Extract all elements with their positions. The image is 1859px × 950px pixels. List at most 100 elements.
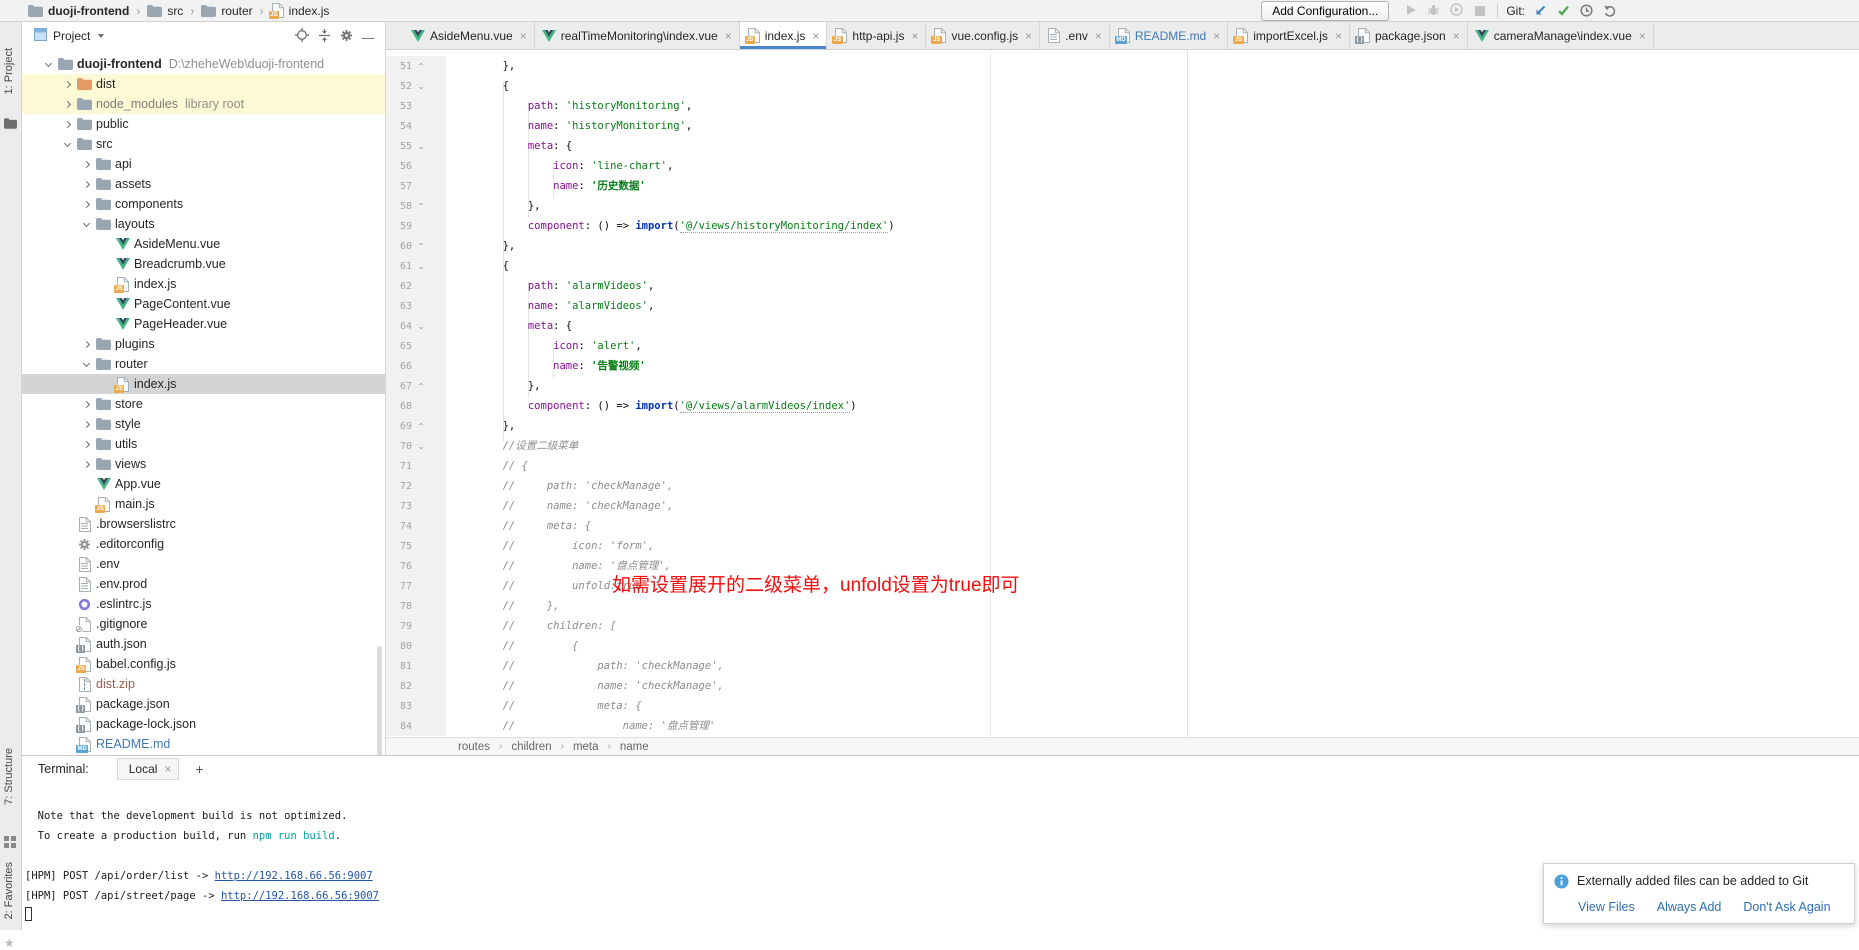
tree-chevron-icon[interactable]: [59, 122, 76, 127]
code-line[interactable]: 82 // name: 'checkManage',: [386, 676, 1859, 696]
fold-marker-icon[interactable]: ⌄: [412, 442, 430, 451]
code-line[interactable]: 69⌃ },: [386, 416, 1859, 436]
debug-button[interactable]: [1422, 0, 1445, 20]
close-tab-icon[interactable]: ×: [520, 29, 527, 43]
code-line[interactable]: 83 // meta: {: [386, 696, 1859, 716]
tab-importexcel-js[interactable]: JSimportExcel.js×: [1228, 22, 1350, 49]
hide-button[interactable]: —: [357, 28, 379, 48]
tree-chevron-icon[interactable]: [59, 102, 76, 107]
tab-package-json[interactable]: { }package.json×: [1350, 22, 1468, 49]
add-configuration-button[interactable]: Add Configuration...: [1261, 1, 1389, 21]
tree-item-dist[interactable]: dist: [22, 74, 385, 94]
tree-item-editorconfig[interactable]: .editorconfig: [22, 534, 385, 554]
close-tab-icon[interactable]: ×: [1335, 29, 1342, 43]
code-line[interactable]: 84 // name: '盘点管理': [386, 716, 1859, 736]
fold-marker-icon[interactable]: ⌃: [412, 382, 430, 391]
code-line[interactable]: 77 // unfold:true: [386, 576, 1859, 596]
tab-asidemenu-vue[interactable]: AsideMenu.vue×: [404, 22, 535, 49]
tree-chevron-icon[interactable]: [78, 342, 95, 347]
stripe-structure-button[interactable]: 7: Structure: [3, 748, 15, 805]
tree-item-eslintrc-js[interactable]: .eslintrc.js: [22, 594, 385, 614]
code-line[interactable]: 61⌄ {: [386, 256, 1859, 276]
tree-item-dist-zip[interactable]: dist.zip: [22, 674, 385, 694]
tree-chevron-icon[interactable]: [78, 442, 95, 447]
code-line[interactable]: 81 // path: 'checkManage',: [386, 656, 1859, 676]
terminal-link[interactable]: http://192.168.66.56:9007: [221, 890, 379, 902]
stripe-project-button[interactable]: 1: Project: [3, 48, 15, 94]
tree-chevron-icon[interactable]: [40, 63, 57, 66]
tab-env[interactable]: .env×: [1040, 22, 1110, 49]
chevron-down-icon[interactable]: [98, 34, 104, 38]
grid-icon[interactable]: [4, 836, 16, 851]
code-line[interactable]: 66 name: '告警视频': [386, 356, 1859, 376]
git-revert-button[interactable]: [1598, 1, 1621, 21]
git-update-button[interactable]: [1529, 1, 1552, 21]
fold-marker-icon[interactable]: ⌃: [412, 202, 430, 211]
code-editor[interactable]: 51⌃ },52⌄ {53 path: 'historyMonitoring',…: [386, 50, 1859, 737]
tab-vue-config-js[interactable]: JSvue.config.js×: [926, 22, 1040, 49]
close-tab-icon[interactable]: ×: [1453, 29, 1460, 43]
new-terminal-button[interactable]: +: [195, 761, 203, 777]
fold-marker-icon[interactable]: ⌃: [412, 62, 430, 71]
tree-item-duoji-frontend[interactable]: duoji-frontendD:\zheheWeb\duoji-frontend: [22, 54, 385, 74]
tree-item-router[interactable]: router: [22, 354, 385, 374]
tree-item-assets[interactable]: assets: [22, 174, 385, 194]
coverage-button[interactable]: [1445, 0, 1468, 20]
terminal-tab-local[interactable]: Local ×: [117, 758, 180, 780]
git-commit-button[interactable]: [1552, 1, 1575, 21]
code-line[interactable]: 75 // icon: 'form',: [386, 536, 1859, 556]
tab-readme-md[interactable]: MDREADME.md×: [1110, 22, 1228, 49]
close-icon[interactable]: ×: [164, 762, 171, 776]
code-line[interactable]: 52⌄ {: [386, 76, 1859, 96]
tree-item-env-prod[interactable]: .env.prod: [22, 574, 385, 594]
tree-item-utils[interactable]: utils: [22, 434, 385, 454]
close-tab-icon[interactable]: ×: [725, 29, 732, 43]
code-line[interactable]: 54 name: 'historyMonitoring',: [386, 116, 1859, 136]
tree-item-package-lock-json[interactable]: { }package-lock.json: [22, 714, 385, 734]
code-line[interactable]: 64⌄ meta: {: [386, 316, 1859, 336]
breadcrumb-item-router[interactable]: router: [201, 4, 252, 18]
close-tab-icon[interactable]: ×: [1213, 29, 1220, 43]
code-line[interactable]: 73 // name: 'checkManage',: [386, 496, 1859, 516]
run-button[interactable]: [1399, 0, 1422, 20]
code-line[interactable]: 65 icon: 'alert',: [386, 336, 1859, 356]
collapse-button[interactable]: [313, 25, 335, 45]
tree-item-components[interactable]: components: [22, 194, 385, 214]
tree-chevron-icon[interactable]: [78, 402, 95, 407]
stop-button[interactable]: [1468, 1, 1491, 21]
tree-item-layouts[interactable]: layouts: [22, 214, 385, 234]
tree-chevron-icon[interactable]: [78, 182, 95, 187]
code-line[interactable]: 72 // path: 'checkManage',: [386, 476, 1859, 496]
tree-item-env[interactable]: .env: [22, 554, 385, 574]
code-line[interactable]: 78 // },: [386, 596, 1859, 616]
stripe-favorites-button[interactable]: 2: Favorites: [3, 862, 15, 919]
tab-index-js[interactable]: JSindex.js×: [740, 22, 828, 49]
tree-item-babel-config-js[interactable]: JSbabel.config.js: [22, 654, 385, 674]
tree-item-pagecontent-vue[interactable]: PageContent.vue: [22, 294, 385, 314]
close-tab-icon[interactable]: ×: [1025, 29, 1032, 43]
locate-button[interactable]: [291, 25, 313, 45]
code-line[interactable]: 63 name: 'alarmVideos',: [386, 296, 1859, 316]
fold-marker-icon[interactable]: ⌄: [412, 142, 430, 151]
git-history-button[interactable]: [1575, 1, 1598, 21]
tree-chevron-icon[interactable]: [59, 82, 76, 87]
project-scrollbar[interactable]: [377, 646, 382, 758]
editor-breadcrumb-name[interactable]: name: [620, 741, 649, 753]
settings-button[interactable]: [335, 25, 357, 45]
code-line[interactable]: 60⌃ },: [386, 236, 1859, 256]
terminal-link[interactable]: http://192.168.66.56:9007: [215, 870, 373, 882]
tree-chevron-icon[interactable]: [59, 143, 76, 146]
fold-marker-icon[interactable]: ⌄: [412, 262, 430, 271]
code-line[interactable]: 56 icon: 'line-chart',: [386, 156, 1859, 176]
code-line[interactable]: 58⌃ },: [386, 196, 1859, 216]
tree-chevron-icon[interactable]: [78, 363, 95, 366]
code-line[interactable]: 62 path: 'alarmVideos',: [386, 276, 1859, 296]
tree-item-main-js[interactable]: JSmain.js: [22, 494, 385, 514]
code-line[interactable]: 57 name: '历史数据': [386, 176, 1859, 196]
tree-item-style[interactable]: style: [22, 414, 385, 434]
tree-item-pageheader-vue[interactable]: PageHeader.vue: [22, 314, 385, 334]
code-line[interactable]: 80 // {: [386, 636, 1859, 656]
tab-cameramanage-index-vue[interactable]: cameraManage\index.vue×: [1468, 22, 1654, 49]
breadcrumb-item-duoji-frontend[interactable]: duoji-frontend: [28, 4, 129, 18]
code-line[interactable]: 70⌄ //设置二级菜单: [386, 436, 1859, 456]
